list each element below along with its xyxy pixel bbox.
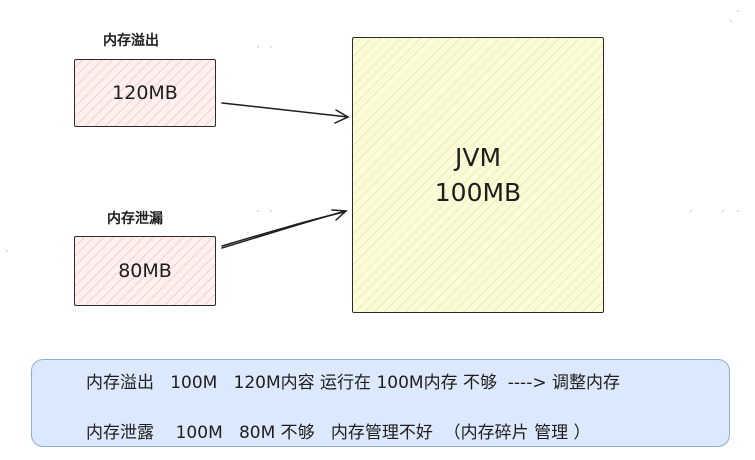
overflow-arrow bbox=[221, 102, 350, 124]
note-line-leak: 内存泄露 100M 80M 不够 内存管理不好 （内存碎片 管理 ） bbox=[86, 423, 591, 443]
note-line-overflow: 内存溢出 100M 120M内容 运行在 100M内存 不够 ----> 调整内… bbox=[86, 373, 620, 393]
diagram-canvas: 内存溢出 120MB 内存泄漏 80MB JVM 100MB 内存溢出 100M… bbox=[0, 0, 755, 460]
note-box: 内存溢出 100M 120M内容 运行在 100M内存 不够 ----> 调整内… bbox=[31, 359, 730, 447]
leak-arrow bbox=[221, 209, 348, 249]
